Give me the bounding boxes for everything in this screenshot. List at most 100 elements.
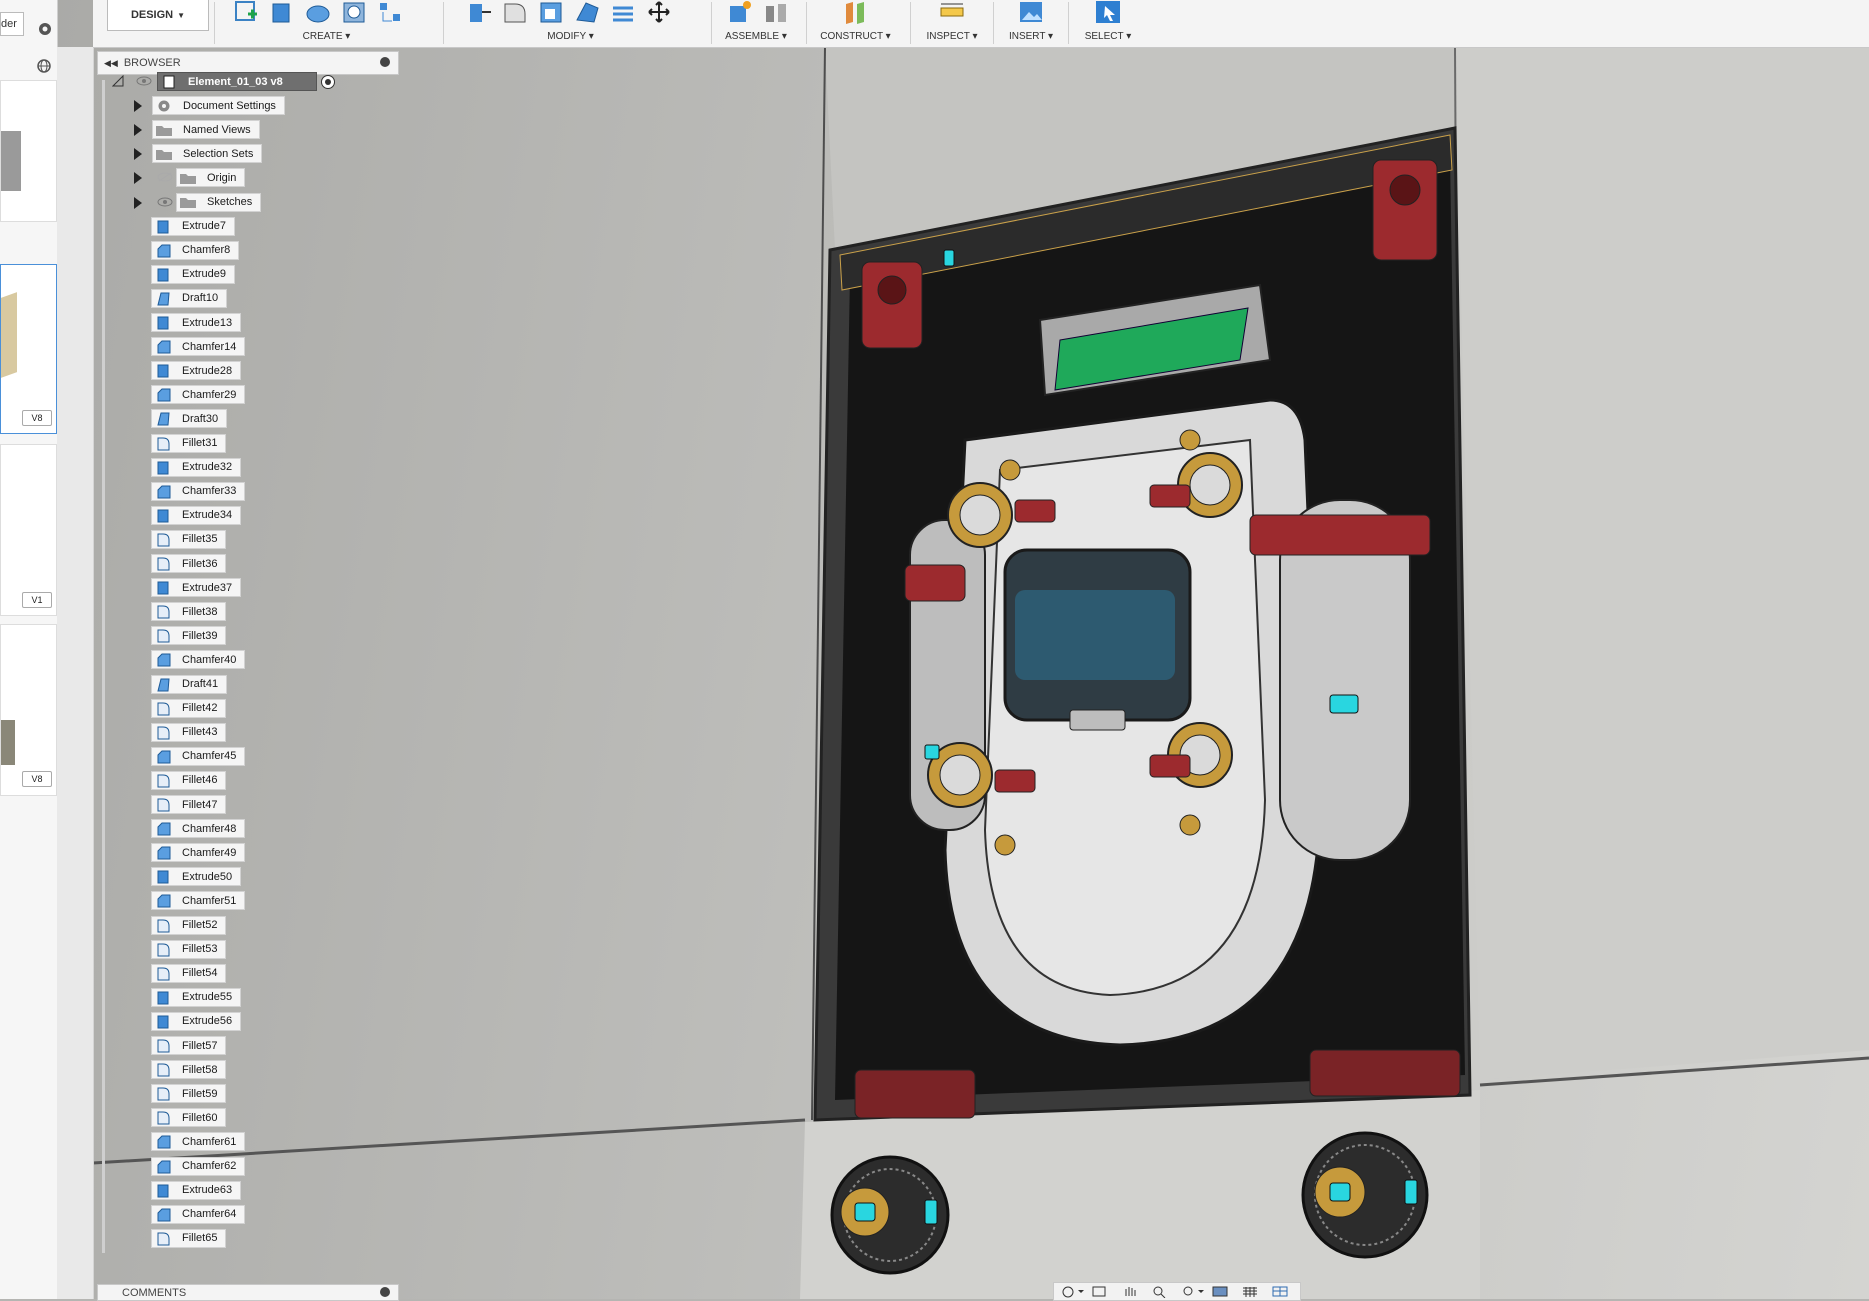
feature-row[interactable]: Chamfer48: [151, 819, 246, 839]
feature-row[interactable]: Fillet47: [151, 795, 227, 814]
feature-node[interactable]: Chamfer64: [151, 1204, 246, 1224]
revolve-icon[interactable]: [305, 0, 331, 24]
version-badge[interactable]: V8: [22, 771, 52, 787]
feature-node[interactable]: Extrude32: [151, 457, 242, 477]
feature-node[interactable]: Extrude28: [151, 361, 242, 381]
feature-node[interactable]: Extrude9: [151, 264, 236, 284]
feature-row[interactable]: Fillet59: [151, 1084, 227, 1104]
feature-row[interactable]: Extrude50: [151, 867, 242, 887]
folder-node[interactable]: Document Settings: [152, 96, 285, 116]
design-thumbnail[interactable]: V1: [0, 444, 57, 616]
feature-node[interactable]: Draft10: [151, 288, 228, 308]
feature-node[interactable]: Fillet47: [151, 795, 227, 814]
grid-settings-icon[interactable]: [1240, 1285, 1266, 1298]
feature-row[interactable]: Extrude55: [151, 987, 242, 1007]
feature-row[interactable]: Chamfer45: [151, 746, 246, 766]
feature-node[interactable]: Fillet31: [151, 433, 227, 453]
feature-node[interactable]: Fillet36: [151, 554, 227, 573]
feature-node[interactable]: Chamfer40: [151, 650, 246, 670]
feature-node[interactable]: Chamfer14: [151, 337, 246, 357]
feature-row[interactable]: Extrude63: [151, 1180, 242, 1200]
feature-row[interactable]: Extrude28: [151, 361, 242, 381]
extrude-icon[interactable]: [269, 0, 295, 24]
eye-icon[interactable]: [157, 197, 173, 210]
feature-node[interactable]: Chamfer49: [151, 843, 246, 863]
feature-row[interactable]: Chamfer29: [151, 385, 246, 405]
expand-arrow-icon[interactable]: [134, 148, 142, 161]
feature-row[interactable]: Extrude9: [151, 264, 236, 284]
tree-scrollbar[interactable]: [102, 80, 105, 1253]
feature-row[interactable]: Chamfer8: [151, 240, 240, 260]
feature-row[interactable]: Chamfer40: [151, 650, 246, 670]
joint-icon[interactable]: [763, 0, 789, 24]
feature-row[interactable]: Fillet58: [151, 1060, 227, 1080]
feature-row[interactable]: Extrude56: [151, 1011, 242, 1031]
feature-node[interactable]: Chamfer29: [151, 385, 246, 405]
feature-node[interactable]: Fillet46: [151, 770, 227, 790]
feature-row[interactable]: Fillet65: [151, 1228, 227, 1248]
insert-menu[interactable]: INSERT ▾: [999, 31, 1063, 42]
expand-arrow-icon[interactable]: [134, 124, 142, 137]
canvas-viewport[interactable]: [0, 0, 1869, 1299]
select-cursor-icon[interactable]: [1095, 0, 1121, 24]
version-badge[interactable]: V8: [22, 410, 52, 426]
feature-row[interactable]: Fillet35: [151, 529, 227, 549]
feature-node[interactable]: Fillet60: [151, 1108, 227, 1128]
feature-row[interactable]: Chamfer61: [151, 1132, 246, 1152]
feature-node[interactable]: Chamfer8: [151, 240, 240, 260]
feature-row[interactable]: Chamfer51: [151, 891, 246, 911]
select-group[interactable]: SELECT ▾: [1073, 0, 1143, 47]
feature-node[interactable]: Fillet59: [151, 1084, 227, 1104]
feature-row[interactable]: Fillet39: [151, 626, 227, 646]
collapse-icon[interactable]: [111, 74, 124, 87]
orbit-icon[interactable]: [1060, 1285, 1086, 1298]
feature-row[interactable]: Fillet46: [151, 770, 227, 790]
feature-node[interactable]: Chamfer33: [151, 481, 246, 501]
inspect-group[interactable]: INSPECT ▾: [919, 0, 985, 47]
offset-plane-icon[interactable]: [843, 0, 869, 24]
version-badge[interactable]: V1: [22, 592, 52, 608]
feature-node[interactable]: Fillet58: [151, 1060, 227, 1080]
folder-node[interactable]: Origin: [176, 168, 246, 188]
look-at-icon[interactable]: [1090, 1285, 1116, 1298]
feature-node[interactable]: Extrude63: [151, 1180, 242, 1200]
feature-row[interactable]: Fillet43: [151, 722, 227, 742]
feature-node[interactable]: Fillet57: [151, 1036, 227, 1055]
insert-group[interactable]: INSERT ▾: [999, 0, 1063, 47]
collapse-panel-icon[interactable]: ◀◀: [104, 58, 118, 69]
globe-icon[interactable]: [36, 58, 52, 77]
gear-icon[interactable]: [36, 20, 54, 41]
feature-node[interactable]: Chamfer61: [151, 1132, 246, 1152]
expand-arrow-icon[interactable]: [134, 196, 142, 209]
feature-row[interactable]: Draft41: [151, 674, 228, 694]
feature-row[interactable]: Extrude7: [151, 216, 236, 236]
expand-arrow-icon[interactable]: [134, 172, 142, 185]
hidden-eye-icon[interactable]: [157, 172, 173, 185]
add-comment-icon[interactable]: [380, 1287, 390, 1297]
folder-node[interactable]: Sketches: [176, 192, 262, 212]
feature-row[interactable]: Chamfer62: [151, 1156, 246, 1176]
assemble-group[interactable]: ASSEMBLE ▾: [721, 0, 791, 47]
feature-node[interactable]: Fillet53: [151, 939, 227, 959]
construct-group[interactable]: CONSTRUCT ▾: [813, 0, 898, 47]
root-component[interactable]: Element_01_03 v8: [157, 72, 317, 91]
feature-node[interactable]: Fillet38: [151, 602, 227, 622]
feature-row[interactable]: Fillet52: [151, 915, 227, 935]
feature-node[interactable]: Extrude56: [151, 1011, 242, 1031]
feature-node[interactable]: Fillet65: [151, 1228, 227, 1248]
search-field-partial[interactable]: der: [0, 12, 24, 36]
activate-radio-icon[interactable]: [320, 74, 336, 93]
feature-node[interactable]: Fillet54: [151, 963, 227, 983]
feature-node[interactable]: Extrude37: [151, 578, 242, 598]
modify-menu[interactable]: MODIFY ▾: [458, 31, 683, 42]
new-component-icon[interactable]: [727, 0, 753, 24]
feature-row[interactable]: Fillet54: [151, 963, 227, 983]
feature-node[interactable]: Extrude55: [151, 987, 242, 1007]
eye-icon[interactable]: [136, 76, 152, 86]
folder-node[interactable]: Named Views: [152, 120, 260, 140]
pan-icon[interactable]: [1120, 1285, 1146, 1298]
feature-node[interactable]: Draft30: [151, 409, 228, 429]
press-pull-icon[interactable]: [466, 0, 492, 24]
chamfer-icon[interactable]: [538, 0, 564, 24]
fillet-icon[interactable]: [502, 0, 528, 24]
